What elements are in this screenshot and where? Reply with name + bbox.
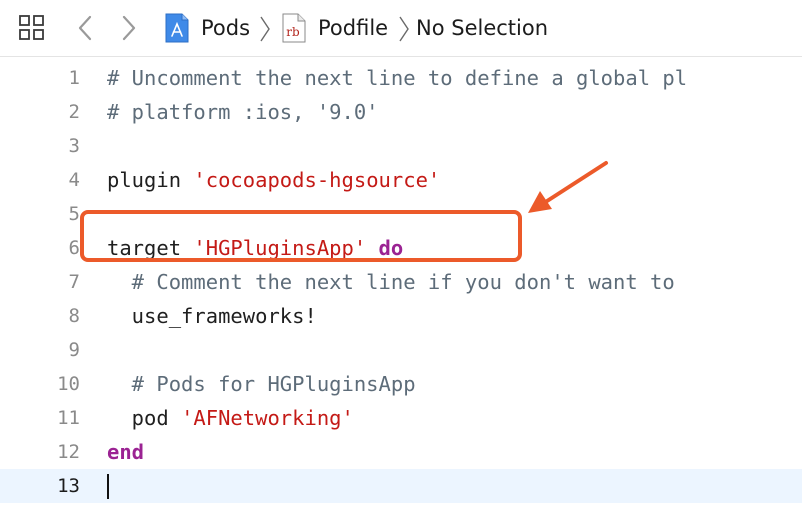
- code-token: # Pods for HGPluginsApp: [107, 372, 416, 396]
- code-token: 'AFNetworking': [181, 406, 354, 430]
- svg-text:rb: rb: [286, 25, 300, 39]
- code-token: # platform :ios, '9.0': [107, 100, 379, 124]
- line-code: # Uncomment the next line to define a gl…: [107, 61, 687, 95]
- breadcrumb-label: Podfile: [318, 16, 389, 40]
- breadcrumb-label: No Selection: [416, 16, 549, 40]
- code-token: # Uncomment the next line to define a gl…: [107, 66, 688, 90]
- code-line[interactable]: 10 # Pods for HGPluginsApp: [0, 367, 802, 401]
- line-number: 9: [68, 339, 80, 361]
- line-number: 8: [68, 305, 80, 327]
- line-number: 4: [68, 169, 80, 191]
- breadcrumb-no-selection[interactable]: No Selection: [416, 12, 548, 44]
- line-number: 7: [68, 271, 80, 293]
- code-token: pod: [107, 406, 182, 430]
- code-line[interactable]: 11 pod 'AFNetworking': [0, 401, 802, 435]
- code-line[interactable]: 8 use_frameworks!: [0, 299, 802, 333]
- annotation-highlight-box: [80, 210, 522, 262]
- breadcrumb-label: Pods: [201, 16, 251, 40]
- code-token: plugin: [107, 168, 194, 192]
- line-code: pod 'AFNetworking': [107, 401, 354, 435]
- line-number: 6: [68, 237, 80, 259]
- line-code: end: [107, 435, 144, 469]
- code-token: end: [107, 440, 145, 464]
- chevron-right-icon: [397, 14, 411, 44]
- line-number: 10: [57, 373, 80, 395]
- forward-arrow-icon[interactable]: [114, 13, 144, 43]
- code-token: # Comment the next line if you don't wan…: [107, 270, 675, 294]
- line-number: 5: [68, 203, 80, 225]
- code-line-current[interactable]: 13: [0, 469, 802, 503]
- jump-bar: Pods rb Podfile No Selection: [0, 0, 802, 57]
- back-arrow-icon[interactable]: [70, 13, 100, 43]
- text-caret: [107, 474, 109, 499]
- xcode-project-icon: [165, 13, 189, 43]
- line-code: plugin 'cocoapods-hgsource': [107, 163, 440, 197]
- code-editor[interactable]: 1 # Uncomment the next line to define a g…: [0, 57, 802, 530]
- code-line[interactable]: 1 # Uncomment the next line to define a g…: [0, 61, 802, 95]
- annotation-arrow-icon: [528, 161, 608, 213]
- line-code: # Comment the next line if you don't wan…: [107, 265, 675, 299]
- ruby-file-icon: rb: [282, 13, 306, 43]
- chevron-right-icon: [258, 14, 272, 44]
- line-number: 2: [68, 101, 80, 123]
- code-line[interactable]: 7 # Comment the next line if you don't w…: [0, 265, 802, 299]
- line-code: # platform :ios, '9.0': [107, 95, 379, 129]
- line-number: 13: [57, 475, 80, 497]
- breadcrumb-pods[interactable]: Pods: [164, 12, 250, 44]
- code-line[interactable]: 12 end: [0, 435, 802, 469]
- breadcrumb-podfile[interactable]: rb Podfile: [282, 12, 388, 44]
- code-line[interactable]: 3: [0, 129, 802, 163]
- code-line[interactable]: 2 # platform :ios, '9.0': [0, 95, 802, 129]
- line-number: 11: [57, 407, 80, 429]
- code-token: 'cocoapods-hgsource': [193, 168, 441, 192]
- code-line[interactable]: 9: [0, 333, 802, 367]
- related-items-grid-icon[interactable]: [14, 11, 50, 45]
- line-code: # Pods for HGPluginsApp: [107, 367, 416, 401]
- line-number: 1: [68, 67, 80, 89]
- code-token: use_frameworks!: [107, 304, 317, 328]
- line-number: 12: [57, 441, 80, 463]
- line-number: 3: [68, 135, 80, 157]
- code-line[interactable]: 4 plugin 'cocoapods-hgsource': [0, 163, 802, 197]
- line-code: use_frameworks!: [107, 299, 317, 333]
